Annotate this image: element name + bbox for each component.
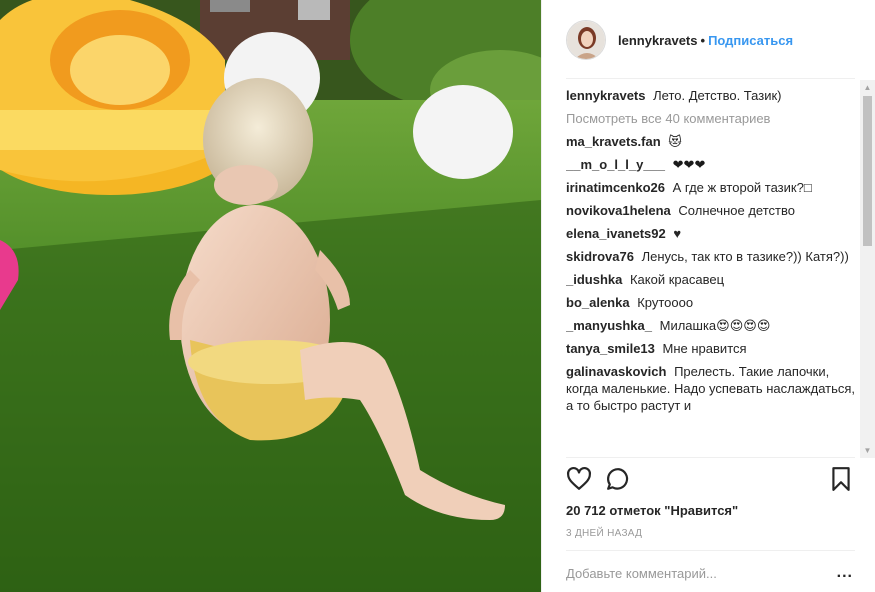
action-bar <box>566 466 856 496</box>
comment-username[interactable]: bo_alenka <box>566 295 630 310</box>
comments-list: lennykravets Лето. Детство. Тазик) Посмо… <box>566 87 856 457</box>
comment-text: Мне нравится <box>662 341 747 356</box>
comment-item: _idushka Какой красавец <box>566 271 856 288</box>
comment-text: Солнечное детство <box>678 203 795 218</box>
heart-icon[interactable] <box>566 466 592 492</box>
header-divider <box>566 78 855 79</box>
comments-scrollbar[interactable]: ▲ ▼ <box>860 80 875 458</box>
comment-text: А где ж второй тазик?□ <box>672 180 812 195</box>
header-username[interactable]: lennykravets <box>618 33 698 48</box>
comment-username[interactable]: __m_o_l_l_y___ <box>566 157 665 172</box>
photo-image <box>0 0 541 592</box>
post-photo <box>0 0 541 592</box>
comment-username[interactable]: irinatimcenko26 <box>566 180 665 195</box>
comment-username[interactable]: _idushka <box>566 272 622 287</box>
post-time[interactable]: 3 ДНЕЙ НАЗАД <box>566 528 642 539</box>
comment-username[interactable]: novikova1helena <box>566 203 671 218</box>
comment-input-divider <box>566 550 855 551</box>
comment-text: ♥ <box>673 226 682 241</box>
comment-username[interactable]: galinavaskovich <box>566 364 666 379</box>
scroll-down-arrow-icon[interactable]: ▼ <box>860 443 875 458</box>
actions-divider <box>566 457 855 458</box>
comment-username[interactable]: skidrova76 <box>566 249 634 264</box>
more-options-icon[interactable]: ... <box>837 565 853 581</box>
header-user-row: lennykravets • Подписаться <box>618 33 793 48</box>
comment-icon[interactable] <box>606 466 632 492</box>
comment-item: novikova1helena Солнечное детство <box>566 202 856 219</box>
comment-text: Ленусь, так кто в тазике?)) Катя?)) <box>641 249 849 264</box>
comment-username[interactable]: ma_kravets.fan <box>566 134 661 149</box>
follow-button[interactable]: Подписаться <box>708 33 793 48</box>
comment-text: 😻 <box>668 134 682 149</box>
caption-username[interactable]: lennykravets <box>566 88 646 103</box>
instagram-post-modal: lennykravets • Подписаться lennykravets Ле… <box>0 0 875 592</box>
comment-text: Крутоооо <box>637 295 694 310</box>
comment-text: ❤❤❤ <box>672 157 706 172</box>
view-all-comments-link[interactable]: Посмотреть все 40 комментариев <box>566 110 856 127</box>
comment-text: Какой красавец <box>629 272 725 287</box>
add-comment-input[interactable] <box>566 566 806 581</box>
comment-username[interactable]: tanya_smile13 <box>566 341 655 356</box>
caption-text: Лето. Детство. Тазик) <box>653 88 782 103</box>
comment-item: _manyushka_ Милашка😍😍😍😍 <box>566 317 856 334</box>
comment-username[interactable]: elena_ivanets92 <box>566 226 666 241</box>
comment-item: ma_kravets.fan 😻 <box>566 133 856 150</box>
comment-text: Милашка😍😍😍😍 <box>659 318 771 333</box>
likes-count[interactable]: 20 712 отметок "Нравится" <box>566 503 738 518</box>
comment-item: galinavaskovich Прелесть. Такие лапочки,… <box>566 363 856 414</box>
comment-username[interactable]: _manyushka_ <box>566 318 652 333</box>
avatar-image <box>567 21 605 59</box>
caption: lennykravets Лето. Детство. Тазик) <box>566 87 856 104</box>
comment-item: __m_o_l_l_y___ ❤❤❤ <box>566 156 856 173</box>
post-header: lennykravets • Подписаться <box>542 0 875 78</box>
dot-separator: • <box>700 33 706 48</box>
comment-item: irinatimcenko26 А где ж второй тазик?□ <box>566 179 856 196</box>
comment-item: elena_ivanets92 ♥ <box>566 225 856 242</box>
avatar[interactable] <box>566 20 606 60</box>
comment-item: tanya_smile13 Мне нравится <box>566 340 856 357</box>
bookmark-icon[interactable] <box>828 466 854 492</box>
comment-item: skidrova76 Ленусь, так кто в тазике?)) К… <box>566 248 856 265</box>
post-sidebar: lennykravets • Подписаться lennykravets Ле… <box>541 0 875 592</box>
scrollbar-thumb[interactable] <box>863 96 872 246</box>
comment-item: bo_alenka Крутоооо <box>566 294 856 311</box>
scroll-up-arrow-icon[interactable]: ▲ <box>860 80 875 95</box>
